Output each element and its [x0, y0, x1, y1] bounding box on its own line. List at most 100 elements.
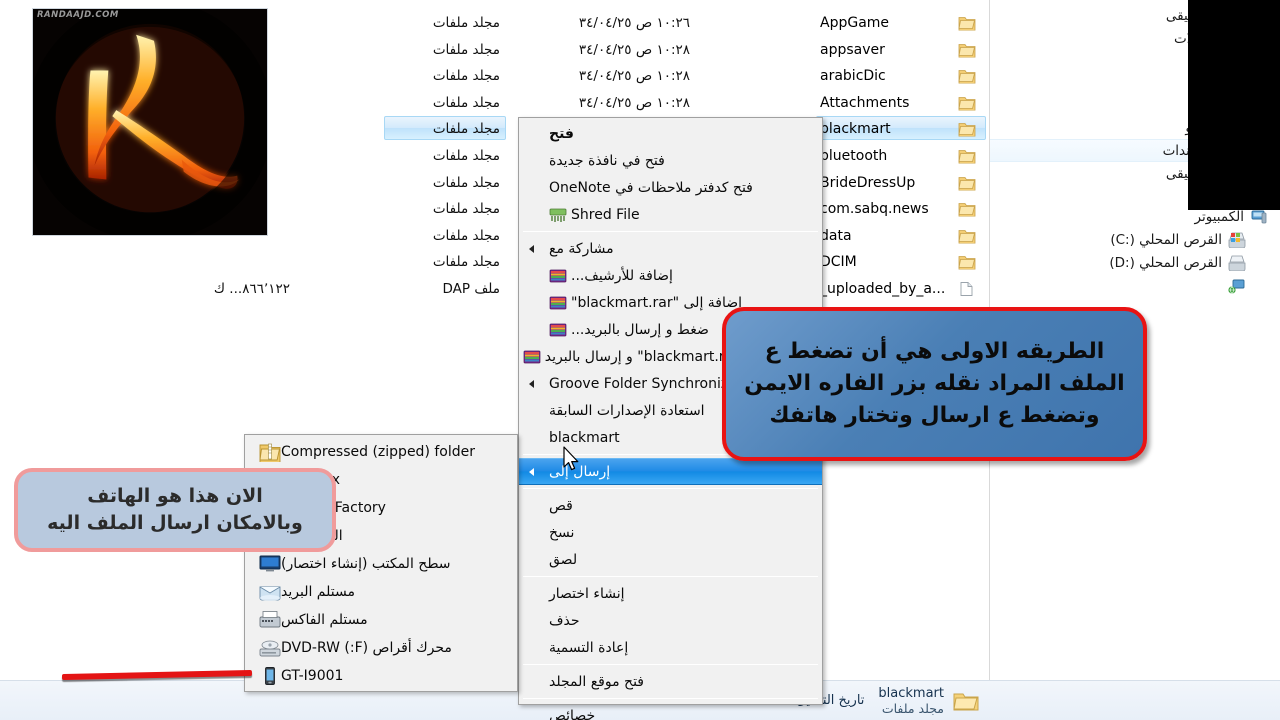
winrar-icon	[549, 322, 567, 338]
file-date-cell: ١٠:٢٨ ص ٣٤/٠٤/٢٥	[578, 94, 690, 111]
image-watermark: RANDAAJD.COM	[37, 10, 119, 20]
local-disk-c-icon	[1228, 232, 1246, 248]
sendto-item-label: مستلم الفاكس	[281, 612, 368, 628]
file-type-cell: مجلد ملفات	[432, 68, 500, 85]
callout-line: وبالامكان ارسال الملف اليه	[47, 512, 303, 534]
table-row[interactable]: DCIM مجلد ملفات	[0, 249, 990, 275]
menu-item-label: فتح موقع المجلد	[549, 673, 644, 690]
menu-item-label: قص	[549, 497, 573, 514]
file-name-cell: _uploaded_by_a...	[820, 281, 980, 297]
table-row[interactable]: _uploaded_by_a... ملف DAP ٨٦٦٬١٢٢... ك	[0, 276, 990, 302]
file-name-cell: DCIM	[820, 254, 980, 270]
menu-item-إعادة-التسمية[interactable]: إعادة التسمية	[519, 634, 822, 661]
folder-icon	[958, 228, 976, 244]
menu-item-label: مشاركة مع	[549, 240, 614, 257]
file-name-cell: BrideDressUp	[820, 175, 980, 191]
submenu-arrow-icon	[529, 467, 534, 476]
sendto-item-مستلم-البريد[interactable]: مستلم البريد	[245, 578, 517, 606]
menu-item-label: إضافة إلى "blackmart.rar"	[571, 294, 743, 311]
menu-item-نسخ[interactable]: نسخ	[519, 519, 822, 546]
file-name-cell: Attachments	[820, 95, 980, 111]
sendto-item-مستلم-الفاكس[interactable]: مستلم الفاكس	[245, 606, 517, 634]
menu-item-إرسال-إلى[interactable]: إرسال إلى	[519, 458, 822, 485]
menu-item-فتح-كدفتر-ملاحظات-في-OneNote[interactable]: فتح كدفتر ملاحظات في OneNote	[519, 174, 822, 201]
sendto-item-سطح-المكتب-إنشاء-اختصار-[interactable]: سطح المكتب (إنشاء اختصار)	[245, 550, 517, 578]
sidebar-item-القرص المحلي (:D)[interactable]: القرص المحلي (:D)	[990, 251, 1280, 274]
sendto-item-Compressed-zipped-folder[interactable]: Compressed (zipped) folder	[245, 438, 517, 466]
menu-item-label: حذف	[549, 612, 580, 629]
sidebar-item-القرص المحلي (:C)[interactable]: القرص المحلي (:C)	[990, 228, 1280, 251]
menu-item-إنشاء-اختصار[interactable]: إنشاء اختصار	[519, 580, 822, 607]
file-date-cell: ١٠:٢٦ ص ٣٤/٠٤/٢٥	[578, 15, 690, 31]
mail-recipient-icon	[259, 582, 281, 602]
submenu-arrow-icon	[529, 379, 534, 388]
menu-separator	[523, 576, 818, 577]
file-name-cell: blackmart	[820, 121, 980, 137]
menu-item-إضافة-للأرشيف-[interactable]: إضافة للأرشيف...	[519, 262, 822, 289]
file-type-cell: مجلد ملفات	[432, 148, 500, 164]
sendto-item-label: Compressed (zipped) folder	[281, 444, 475, 460]
winrar-icon	[523, 349, 541, 365]
menu-item-لصق[interactable]: لصق	[519, 546, 822, 573]
menu-item-مشاركة-مع[interactable]: مشاركة مع	[519, 235, 822, 262]
menu-separator	[523, 664, 818, 665]
menu-separator	[523, 231, 818, 232]
callout-line: وتضغط ع ارسال وتختار هاتفك	[769, 403, 1100, 428]
folder-icon	[958, 149, 976, 164]
desktop-icon	[259, 554, 281, 574]
file-name-cell: appsaver	[820, 42, 980, 58]
file-size-cell: ٨٦٦٬١٢٢... ك	[213, 281, 290, 297]
menu-item-label: إضافة للأرشيف...	[571, 267, 673, 284]
menu-item-فتح[interactable]: فتح	[519, 120, 822, 147]
file-date-cell: ١٠:٢٨ ص ٣٤/٠٤/٢٥	[578, 68, 690, 85]
menu-item-Shred-File[interactable]: Shred File	[519, 201, 822, 228]
callout-line: الطريقه الاولى هي أن تضغط ع	[764, 339, 1105, 364]
menu-item-label: إرسال إلى	[549, 463, 611, 480]
blue-instruction-callout: الطريقه الاولى هي أن تضغط ع الملف المراد …	[722, 307, 1147, 461]
sidebar-item-label: القرص المحلي (:D)	[1109, 254, 1222, 271]
menu-item-فتح-موقع-المجلد[interactable]: فتح موقع المجلد	[519, 668, 822, 695]
file-type-cell: مجلد ملفات	[432, 201, 500, 218]
file-name-cell: com.sabq.news	[820, 201, 980, 217]
winrar-icon	[549, 268, 567, 284]
black-overlay-strip	[1188, 0, 1280, 210]
sendto-item-label: سطح المكتب (إنشاء اختصار)	[281, 556, 451, 572]
file-name-cell: bluetooth	[820, 148, 980, 164]
callout-line: الان هذا هو الهاتف	[87, 485, 263, 507]
sidebar-item-network-icon[interactable]	[990, 274, 1280, 297]
sendto-item-label: محرك أقراص DVD-RW (:F)	[281, 640, 452, 656]
menu-item-label: فتح كدفتر ملاحظات في OneNote	[549, 179, 753, 196]
menu-item-label: ضغط و إرسال بالبريد...	[571, 321, 709, 338]
file-icon	[958, 282, 976, 297]
menu-item-label: خصائص	[549, 707, 596, 720]
sendto-item-محرك-أقراص-DVD-RW-F-[interactable]: محرك أقراص DVD-RW (:F)	[245, 634, 517, 662]
menu-item-حذف[interactable]: حذف	[519, 607, 822, 634]
menu-item-label: إعادة التسمية	[549, 639, 629, 656]
menu-item-label: استعادة الإصدارات السابقة	[549, 402, 705, 419]
menu-item-label: blackmart	[549, 429, 620, 446]
local-disk-d-icon	[1228, 255, 1246, 271]
folder-icon	[958, 202, 976, 217]
file-type-cell: مجلد ملفات	[432, 94, 500, 111]
menu-item-label: Shred File	[571, 206, 640, 223]
menu-item-خصائص[interactable]: خصائص	[519, 702, 822, 720]
file-type-cell: مجلد ملفات	[432, 41, 500, 58]
file-type-cell: مجلد ملفات	[432, 174, 500, 191]
file-name-cell: AppGame	[820, 15, 980, 31]
file-type-cell: مجلد ملفات	[432, 15, 500, 31]
sendto-item-GT-I9001[interactable]: GT-I9001	[245, 662, 517, 690]
submenu-arrow-icon	[529, 244, 534, 253]
menu-item-فتح-في-نافذة-جديدة[interactable]: فتح في نافذة جديدة	[519, 147, 822, 174]
file-name-cell: arabicDic	[820, 68, 980, 84]
light-instruction-callout: الان هذا هو الهاتف وبالامكان ارسال الملف …	[14, 468, 336, 552]
folder-icon	[952, 689, 980, 713]
menu-item-label: نسخ	[549, 524, 575, 541]
winrar-icon	[549, 295, 567, 311]
file-name-cell: data	[820, 228, 980, 244]
menu-item-قص[interactable]: قص	[519, 492, 822, 519]
sendto-item-label: مستلم البريد	[281, 584, 355, 600]
callout-line: الملف المراد نقله بزر الفاره الايمن	[744, 371, 1125, 396]
file-type-cell: ملف DAP	[442, 281, 500, 297]
status-file-name: blackmart	[878, 685, 944, 701]
menu-separator	[523, 698, 818, 699]
